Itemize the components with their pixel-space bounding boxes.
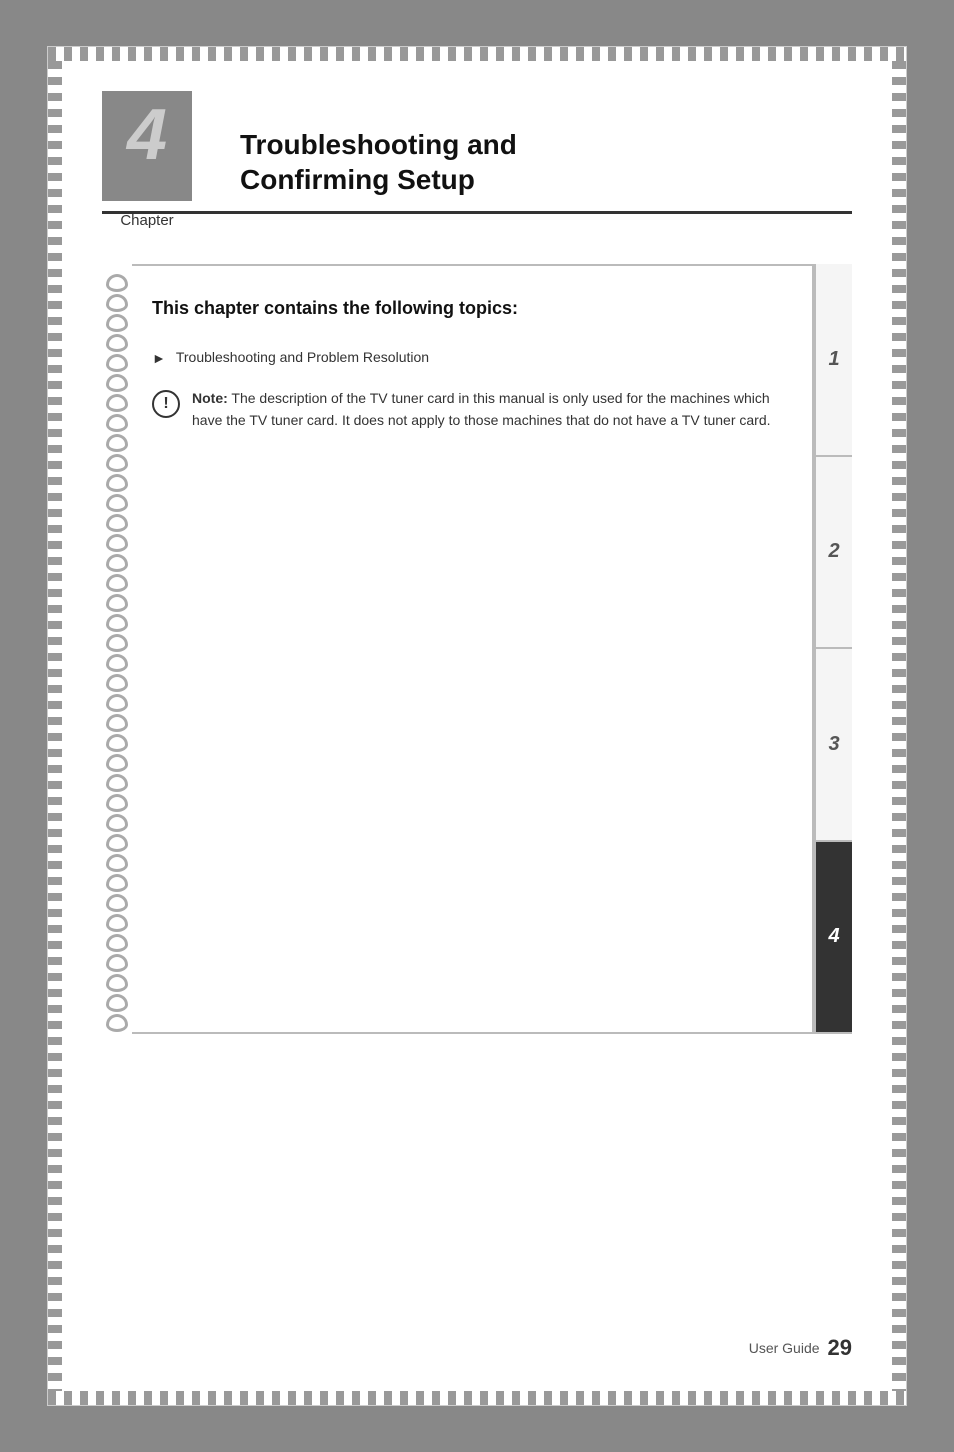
chapter-title-wrapper: Troubleshooting and Confirming Setup: [240, 127, 852, 201]
spiral-ring: [106, 994, 128, 1012]
chapter-title: Troubleshooting and Confirming Setup: [240, 127, 517, 201]
footer-guide-label: User Guide: [749, 1340, 820, 1356]
dashed-border-top: [48, 47, 906, 61]
page: 4 Chapter Troubleshooting and Confirming…: [47, 46, 907, 1406]
tab-4-active: 4: [816, 842, 852, 1035]
spiral-ring: [106, 854, 128, 872]
spiral-ring: [106, 314, 128, 332]
dashed-border-left: [48, 61, 62, 1391]
spiral-ring: [106, 774, 128, 792]
spiral-ring: [106, 434, 128, 452]
spiral-ring: [106, 514, 128, 532]
spiral-ring: [106, 414, 128, 432]
note-label: Note:: [192, 390, 228, 406]
chapter-number: 4: [127, 99, 167, 171]
spiral-ring: [106, 374, 128, 392]
chapter-label: Chapter: [102, 212, 192, 229]
notebook-intro: This chapter contains the following topi…: [152, 296, 792, 321]
tab-1: 1: [816, 264, 852, 457]
spiral-ring: [106, 714, 128, 732]
spiral-ring: [106, 294, 128, 312]
topic-text: Troubleshooting and Problem Resolution: [176, 349, 429, 365]
spiral-ring: [106, 754, 128, 772]
spiral-ring: [106, 934, 128, 952]
spiral-ring: [106, 534, 128, 552]
dashed-border-bottom: [48, 1391, 906, 1405]
spiral-binding: [102, 264, 132, 1034]
spiral-ring: [106, 634, 128, 652]
spiral-ring: [106, 614, 128, 632]
tab-strip: 1 2 3 4: [814, 264, 852, 1034]
spiral-ring: [106, 1014, 128, 1032]
tab-2: 2: [816, 457, 852, 650]
spiral-ring: [106, 734, 128, 752]
chapter-number-box: 4: [102, 91, 192, 201]
footer-page-number: 29: [828, 1335, 852, 1361]
note-exclamation-icon: !: [152, 390, 180, 418]
spiral-ring: [106, 654, 128, 672]
spiral-ring: [106, 674, 128, 692]
spiral-ring: [106, 834, 128, 852]
spiral-ring: [106, 914, 128, 932]
footer: User Guide 29: [749, 1335, 852, 1361]
spiral-ring: [106, 454, 128, 472]
spiral-ring: [106, 494, 128, 512]
main-body: This chapter contains the following topi…: [102, 264, 852, 1034]
spiral-ring: [106, 554, 128, 572]
arrow-icon: ►: [152, 350, 166, 366]
tab-3: 3: [816, 649, 852, 842]
chapter-header: 4 Chapter Troubleshooting and Confirming…: [102, 91, 852, 214]
spiral-ring: [106, 394, 128, 412]
spiral-ring: [106, 814, 128, 832]
note-text: Note: The description of the TV tuner ca…: [192, 388, 792, 431]
spiral-ring: [106, 334, 128, 352]
spiral-ring: [106, 594, 128, 612]
page-content: 4 Chapter Troubleshooting and Confirming…: [62, 61, 892, 1391]
notebook-content: This chapter contains the following topi…: [132, 264, 814, 1034]
spiral-ring: [106, 474, 128, 492]
spiral-ring: [106, 954, 128, 972]
spiral-ring: [106, 894, 128, 912]
topic-item: ► Troubleshooting and Problem Resolution: [152, 349, 792, 366]
spiral-ring: [106, 874, 128, 892]
dashed-border-right: [892, 61, 906, 1391]
spiral-ring: [106, 574, 128, 592]
spiral-ring: [106, 694, 128, 712]
spiral-ring: [106, 274, 128, 292]
spiral-ring: [106, 794, 128, 812]
note-body: The description of the TV tuner card in …: [192, 390, 771, 428]
note-block: ! Note: The description of the TV tuner …: [152, 388, 792, 431]
spiral-ring: [106, 974, 128, 992]
spiral-ring: [106, 354, 128, 372]
